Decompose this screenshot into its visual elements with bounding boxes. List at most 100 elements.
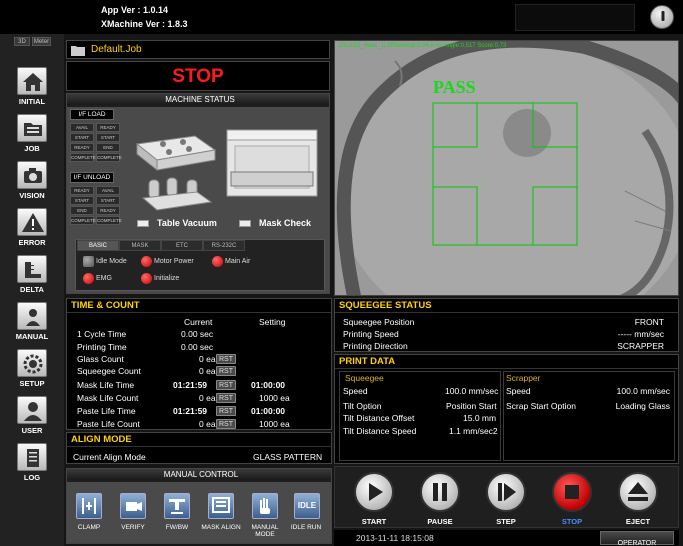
pd-value: 100.0 mm/sec — [616, 386, 670, 396]
stop-button[interactable] — [552, 472, 592, 512]
vision-overlay-text: [GLASS_Mark_1] OffsetAmp:0.04,0.42 Angle… — [339, 43, 507, 49]
job-name: Default.Job — [91, 44, 142, 55]
machine-status-title: MACHINE STATUS — [67, 94, 329, 105]
stop-icon — [565, 485, 579, 499]
nav-delta[interactable]: DELTA — [14, 255, 50, 294]
rst-button[interactable]: RST — [216, 366, 236, 376]
nav-job[interactable]: JOB — [14, 114, 50, 153]
clamp-label: CLAMP — [77, 524, 101, 531]
tc-label: Mask Life Time — [77, 380, 135, 390]
folder-icon — [71, 46, 85, 56]
if-load-title: I/F LOAD — [70, 109, 114, 120]
top-status-area — [515, 4, 635, 31]
mini-tab-3d[interactable]: 3D — [14, 37, 30, 46]
rst-button[interactable]: RST — [216, 419, 236, 429]
col-current: Current — [184, 317, 213, 327]
role-button[interactable]: OPERATOR — [600, 531, 674, 546]
align-mode-label: Current Align Mode — [73, 452, 146, 462]
nav-setup[interactable]: SETUP — [14, 349, 50, 388]
if-load-table: I/F LOAD AVAIL READY START START READY E… — [70, 109, 122, 162]
if-unload-title: I/F UNLOAD — [70, 172, 114, 183]
rst-button[interactable]: RST — [216, 380, 236, 390]
if-unload-cell: END — [70, 206, 94, 215]
vision-view[interactable]: [GLASS_Mark_1] OffsetAmp:0.04,0.42 Angle… — [334, 40, 679, 296]
app-version: App Ver : 1.0.14 — [101, 5, 169, 15]
machine-state: STOP — [172, 66, 224, 87]
machine-state-display: STOP — [66, 61, 330, 91]
start-button[interactable] — [354, 472, 394, 512]
nav-user[interactable]: USER — [14, 396, 50, 435]
idle-run-button[interactable]: IDLE IDLE RUN — [291, 493, 331, 541]
tc-current: 0.00 sec — [181, 329, 214, 339]
vision-result: PASS — [433, 77, 476, 97]
rst-button[interactable]: RST — [216, 354, 236, 364]
nav-error[interactable]: ERROR — [14, 208, 50, 247]
start-label: START — [361, 517, 387, 526]
if-unload-table: I/F UNLOAD READY AVAIL START START END R… — [70, 172, 122, 225]
motor-power-label: Motor Power — [154, 258, 194, 265]
if-unload-cell: COMPLETE — [96, 216, 122, 225]
rst-button[interactable]: RST — [216, 393, 236, 403]
camera-verify-icon — [120, 493, 146, 519]
fw-bw-button[interactable]: FW/BW — [161, 493, 207, 541]
verify-button[interactable]: VERIFY — [117, 493, 163, 541]
job-bar[interactable]: Default.Job — [66, 40, 330, 59]
clamp-button[interactable]: CLAMP — [73, 493, 119, 541]
manual-mode-label: MANUAL MODE — [251, 524, 279, 538]
play-icon — [369, 483, 383, 501]
if-load-cell: START — [96, 133, 120, 142]
user-icon — [17, 396, 47, 424]
step-icon — [498, 483, 516, 501]
print-data-panel: PRINT DATA Squeegee Scrapper Speed 100.0… — [334, 354, 679, 464]
sq-label: Squeegee Position — [343, 317, 415, 327]
step-button[interactable] — [486, 472, 526, 512]
pause-button[interactable] — [420, 472, 460, 512]
manual-mode-button[interactable]: MANUAL MODE — [249, 493, 295, 541]
tab-etc[interactable]: ETC — [161, 240, 203, 251]
nav-log[interactable]: LOG — [14, 443, 50, 482]
nav-initial[interactable]: INITIAL — [14, 67, 50, 106]
if-load-cell: READY — [70, 143, 94, 152]
nav-label: INITIAL — [18, 97, 46, 106]
table-illustration — [135, 135, 217, 211]
tc-label: Squeegee Count — [77, 366, 141, 376]
sq-label: Printing Direction — [343, 341, 408, 351]
tc-label: Mask Life Count — [77, 393, 139, 403]
tc-current: 01:21:59 — [173, 380, 208, 390]
mask-check-label: Mask Check — [259, 218, 312, 228]
tab-rs232c[interactable]: RS-232C — [203, 240, 245, 251]
idle-mode-led — [83, 256, 94, 267]
fw-bw-icon — [164, 493, 190, 519]
camera-icon — [17, 161, 47, 189]
if-load-cell: END — [96, 143, 120, 152]
nav-manual[interactable]: MANUAL — [14, 302, 50, 341]
tc-label: Printing Time — [77, 342, 127, 352]
pause-label: PAUSE — [427, 517, 453, 526]
if-load-cell: START — [70, 133, 94, 142]
time-count-title: TIME & COUNT — [67, 299, 331, 313]
mask-illustration — [226, 129, 318, 197]
if-unload-cell: AVAIL — [96, 186, 120, 195]
mask-align-label: MASK ALIGN — [201, 524, 241, 531]
mini-tab-meter[interactable]: Meter — [32, 37, 51, 46]
tc-label: Glass Count — [77, 354, 124, 364]
warning-icon — [17, 208, 47, 236]
pd-value: Loading Glass — [615, 401, 670, 411]
power-button[interactable] — [650, 5, 674, 29]
home-icon — [17, 67, 47, 95]
gear-icon — [17, 349, 47, 377]
eject-label: EJECT — [625, 517, 651, 526]
if-unload-cell: START — [70, 196, 94, 205]
tc-setting: 1000 ea — [259, 419, 290, 429]
tc-current: 0 ea — [199, 366, 216, 376]
tab-basic[interactable]: BASIC — [77, 240, 119, 251]
folder-icon — [17, 114, 47, 142]
nav-vision[interactable]: VISION — [14, 161, 50, 200]
rst-button[interactable]: RST — [216, 406, 236, 416]
control-bar: START PAUSE STEP STOP EJECT — [334, 466, 679, 528]
if-load-cell: AVAIL — [70, 123, 94, 132]
tab-mask[interactable]: MASK — [119, 240, 161, 251]
eject-button[interactable] — [618, 472, 658, 512]
verify-label: VERIFY — [121, 524, 145, 531]
manual-control-title: MANUAL CONTROL — [67, 469, 331, 480]
